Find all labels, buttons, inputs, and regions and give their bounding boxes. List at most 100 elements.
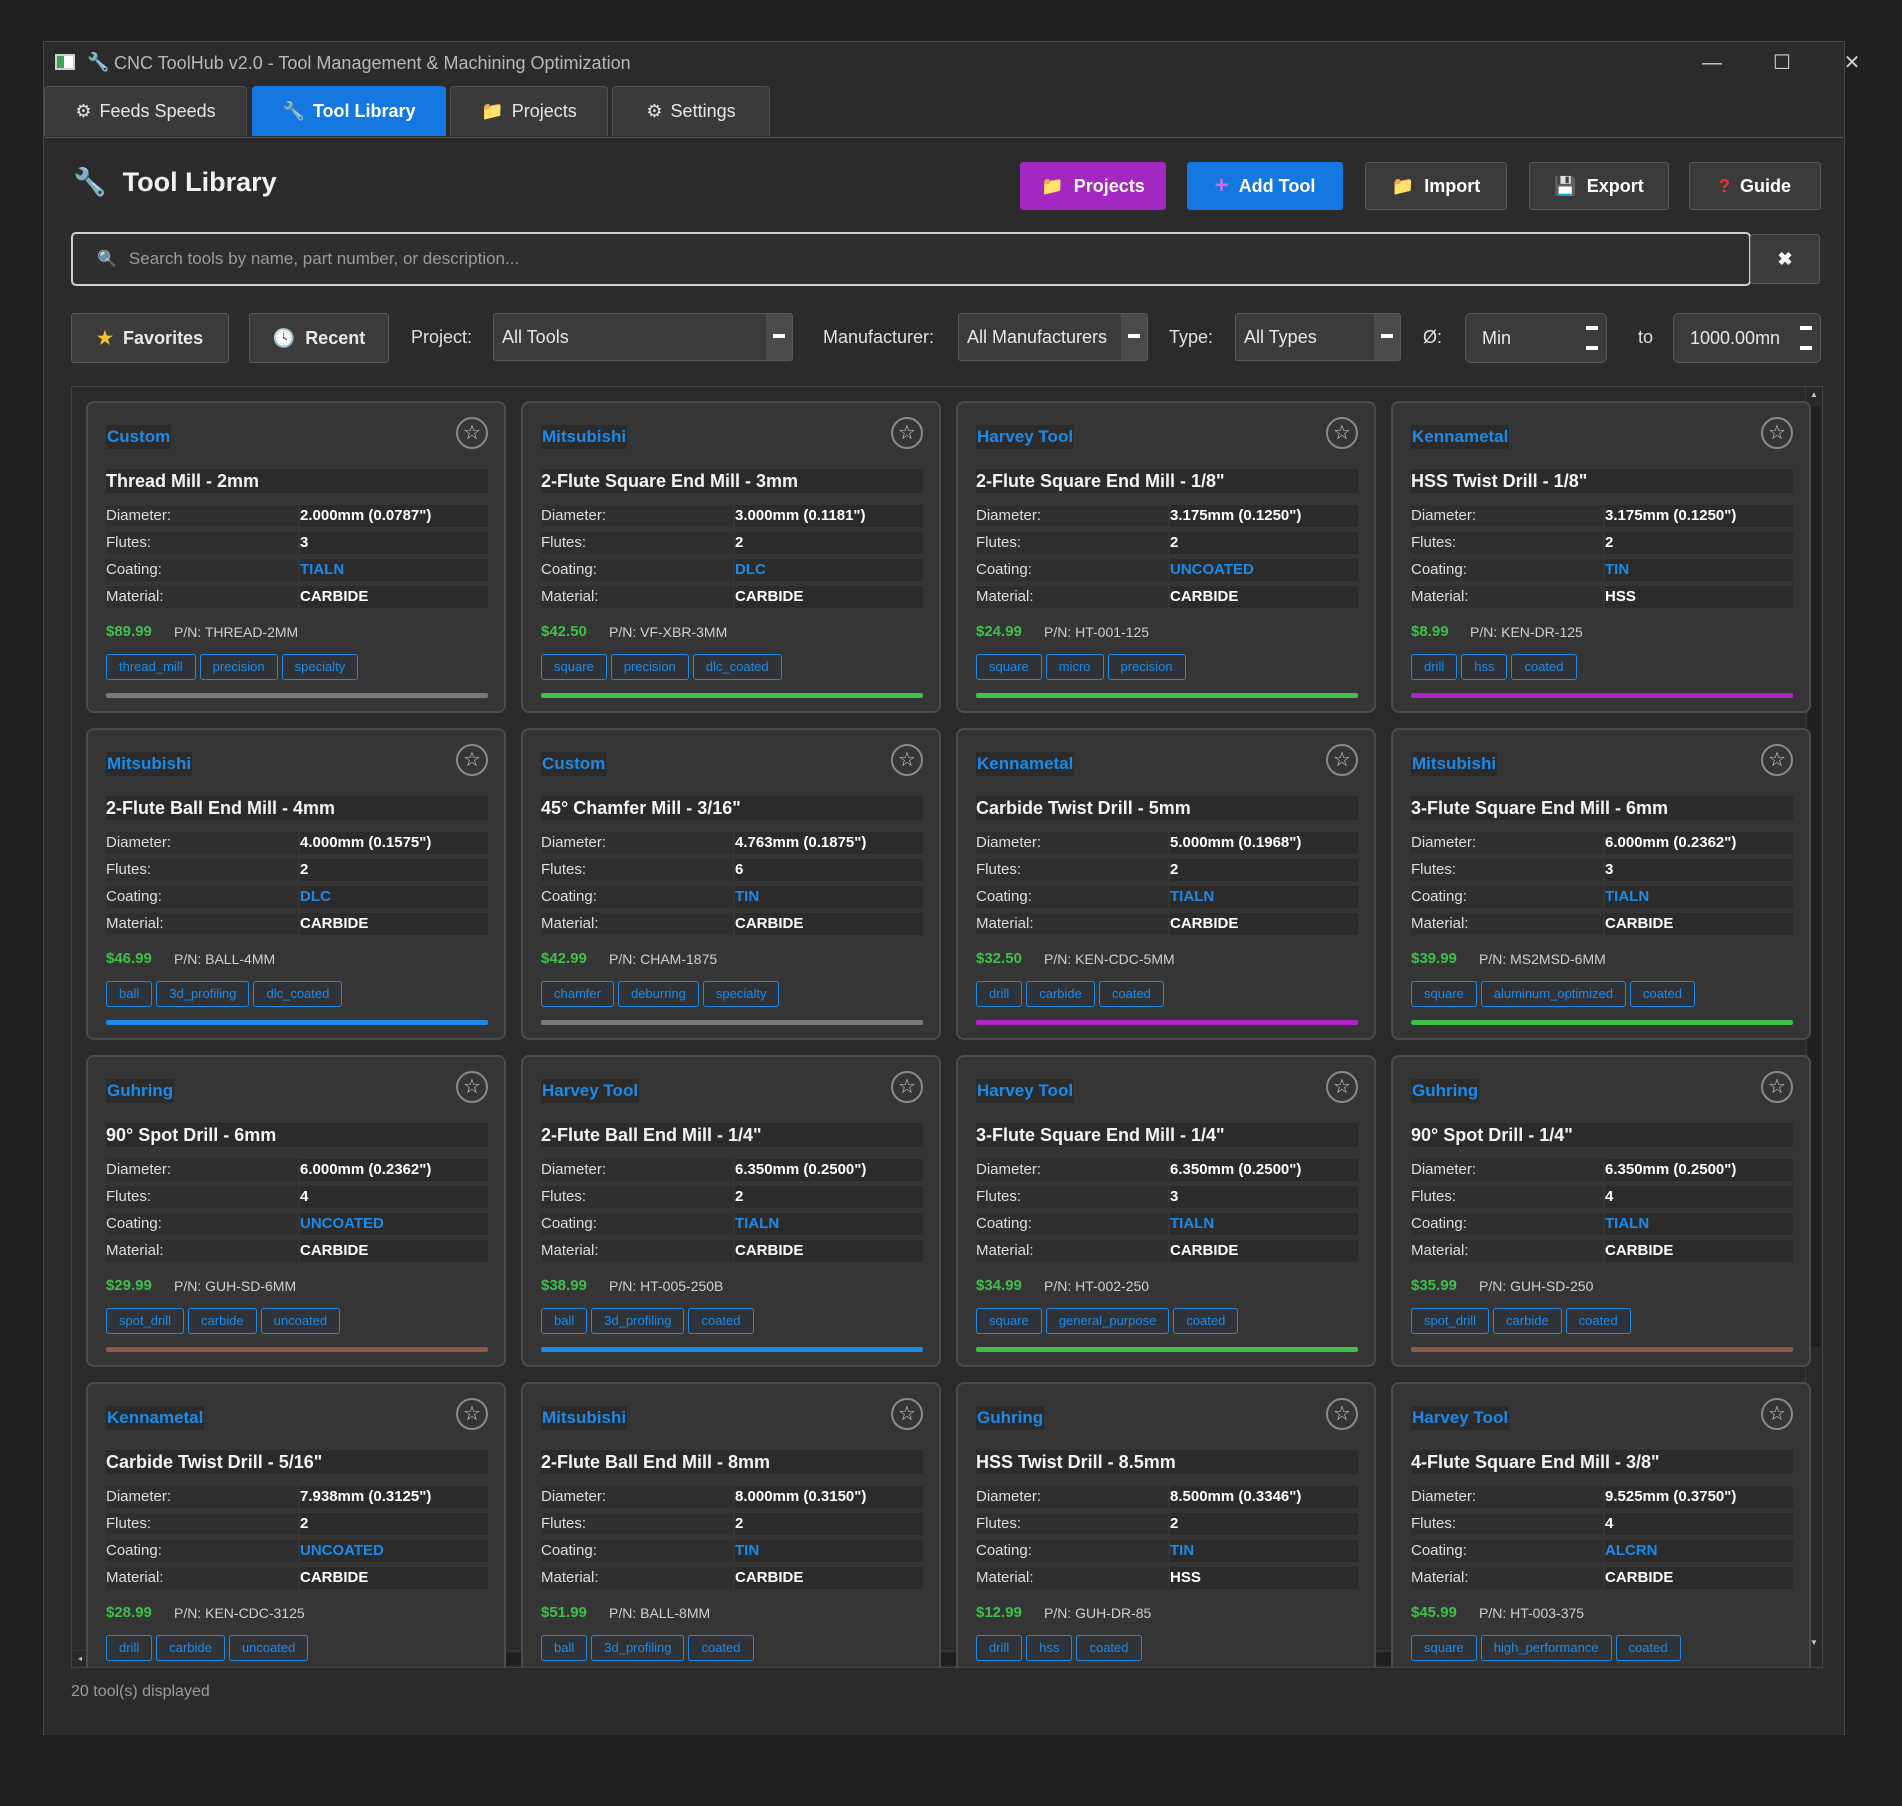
tool-card[interactable]: Kennametal ☆ HSS Twist Drill - 1/8" Diamete…	[1391, 401, 1811, 713]
tab-settings[interactable]: ⚙ Settings	[612, 86, 770, 136]
spin-up-icon[interactable]	[1586, 326, 1598, 330]
tool-card[interactable]: Mitsubishi ☆ 3-Flute Square End Mill - 6mm…	[1391, 728, 1811, 1040]
search-input[interactable]	[126, 248, 1631, 270]
tag-chip[interactable]: square	[1411, 1635, 1477, 1661]
type-select[interactable]: All Types	[1235, 313, 1401, 361]
favorite-star-icon[interactable]: ☆	[456, 417, 488, 449]
spin-down-icon[interactable]	[1800, 346, 1812, 350]
tag-chip[interactable]: coated	[1173, 1308, 1239, 1334]
tag-chip[interactable]: carbide	[188, 1308, 257, 1334]
tool-card[interactable]: Guhring ☆ HSS Twist Drill - 8.5mm Diameter:…	[956, 1382, 1376, 1667]
tab-projects[interactable]: 📁 Projects	[450, 86, 608, 136]
tool-card[interactable]: Custom ☆ Thread Mill - 2mm Diameter: 2.000mm…	[86, 401, 506, 713]
favorite-star-icon[interactable]: ☆	[1761, 1071, 1793, 1103]
tag-chip[interactable]: precision	[1107, 654, 1186, 680]
tag-chip[interactable]: uncoated	[228, 1635, 309, 1661]
tag-chip[interactable]: general_purpose	[1045, 1308, 1170, 1334]
favorite-star-icon[interactable]: ☆	[891, 1398, 923, 1430]
favorite-star-icon[interactable]: ☆	[1326, 417, 1358, 449]
tool-card[interactable]: Harvey Tool ☆ 2-Flute Ball End Mill - 1/4"…	[521, 1055, 941, 1367]
tag-chip[interactable]: coated	[1615, 1635, 1681, 1661]
add-tool-button[interactable]: + Add Tool	[1187, 162, 1343, 210]
favorite-star-icon[interactable]: ☆	[1761, 744, 1793, 776]
tag-chip[interactable]: ball	[541, 1308, 588, 1334]
tag-chip[interactable]: 3d_profiling	[156, 981, 250, 1007]
recent-button[interactable]: 🕓 Recent	[249, 313, 389, 363]
spin-down-icon[interactable]	[1586, 346, 1598, 350]
tag-chip[interactable]: specialty	[281, 654, 359, 680]
projects-button[interactable]: 📁 Projects	[1020, 162, 1166, 210]
favorite-star-icon[interactable]: ☆	[891, 744, 923, 776]
scroll-up-icon[interactable]: ▲	[1808, 389, 1820, 401]
tag-chip[interactable]: square	[541, 654, 607, 680]
tag-chip[interactable]: micro	[1045, 654, 1104, 680]
tag-chip[interactable]: ball	[541, 1635, 588, 1661]
tab-feeds-speeds[interactable]: ⚙ Feeds Speeds	[44, 86, 247, 136]
tag-chip[interactable]: coated	[1098, 981, 1164, 1007]
favorite-star-icon[interactable]: ☆	[891, 417, 923, 449]
close-window-button[interactable]: ✕	[1832, 50, 1872, 76]
tag-chip[interactable]: coated	[1629, 981, 1696, 1007]
favorites-button[interactable]: ★ Favorites	[71, 313, 229, 363]
spin-up-icon[interactable]	[1800, 326, 1812, 330]
tag-chip[interactable]: coated	[1076, 1635, 1142, 1661]
tool-card[interactable]: Mitsubishi ☆ 2-Flute Ball End Mill - 4mm Di…	[86, 728, 506, 1040]
favorite-star-icon[interactable]: ☆	[1326, 1071, 1358, 1103]
tag-chip[interactable]: drill	[976, 1635, 1023, 1661]
tag-chip[interactable]: hss	[1461, 654, 1508, 680]
export-button[interactable]: 💾 Export	[1529, 162, 1669, 210]
tag-chip[interactable]: square	[976, 654, 1042, 680]
tag-chip[interactable]: carbide	[1026, 981, 1095, 1007]
tool-card[interactable]: Custom ☆ 45° Chamfer Mill - 3/16" Diameter:…	[521, 728, 941, 1040]
tag-chip[interactable]: specialty	[702, 981, 780, 1007]
tag-chip[interactable]: drill	[976, 981, 1023, 1007]
diameter-min-spinbox[interactable]: Min	[1465, 313, 1607, 363]
tag-chip[interactable]: coated	[688, 1635, 754, 1661]
minimize-button[interactable]: —	[1692, 50, 1732, 76]
tool-card[interactable]: Kennametal ☆ Carbide Twist Drill - 5mm Diam…	[956, 728, 1376, 1040]
favorite-star-icon[interactable]: ☆	[456, 1071, 488, 1103]
tool-card[interactable]: Guhring ☆ 90° Spot Drill - 6mm Diameter: 6.0…	[86, 1055, 506, 1367]
tool-card[interactable]: Guhring ☆ 90° Spot Drill - 1/4" Diameter: 6.…	[1391, 1055, 1811, 1367]
guide-button[interactable]: ? Guide	[1689, 162, 1821, 210]
tag-chip[interactable]: aluminum_optimized	[1480, 981, 1626, 1007]
tag-chip[interactable]: dlc_coated	[692, 654, 782, 680]
tag-chip[interactable]: carbide	[156, 1635, 225, 1661]
tag-chip[interactable]: dlc_coated	[253, 981, 343, 1007]
tag-chip[interactable]: ball	[106, 981, 153, 1007]
favorite-star-icon[interactable]: ☆	[1326, 744, 1358, 776]
tag-chip[interactable]: drill	[1411, 654, 1458, 680]
maximize-button[interactable]: ☐	[1762, 50, 1802, 76]
tool-card[interactable]: Mitsubishi ☆ 2-Flute Square End Mill - 3mm…	[521, 401, 941, 713]
favorite-star-icon[interactable]: ☆	[891, 1071, 923, 1103]
favorite-star-icon[interactable]: ☆	[1761, 417, 1793, 449]
tool-card[interactable]: Kennametal ☆ Carbide Twist Drill - 5/16" Di…	[86, 1382, 506, 1667]
tool-card[interactable]: Harvey Tool ☆ 3-Flute Square End Mill - 1/…	[956, 1055, 1376, 1367]
tool-card[interactable]: Harvey Tool ☆ 4-Flute Square End Mill - 3/…	[1391, 1382, 1811, 1667]
tag-chip[interactable]: coated	[688, 1308, 754, 1334]
scroll-left-icon[interactable]: ◂	[74, 1653, 86, 1665]
tag-chip[interactable]: square	[976, 1308, 1042, 1334]
tag-chip[interactable]: precision	[199, 654, 278, 680]
import-button[interactable]: 📁 Import	[1365, 162, 1507, 210]
tab-tool-library[interactable]: 🔧 Tool Library	[252, 86, 446, 136]
tag-chip[interactable]: square	[1411, 981, 1477, 1007]
tag-chip[interactable]: 3d_profiling	[591, 1635, 685, 1661]
tag-chip[interactable]: uncoated	[260, 1308, 341, 1334]
favorite-star-icon[interactable]: ☆	[1326, 1398, 1358, 1430]
tool-card[interactable]: Harvey Tool ☆ 2-Flute Square End Mill - 1/…	[956, 401, 1376, 713]
tag-chip[interactable]: 3d_profiling	[591, 1308, 685, 1334]
tag-chip[interactable]: spot_drill	[1411, 1308, 1490, 1334]
tool-card[interactable]: Mitsubishi ☆ 2-Flute Ball End Mill - 8mm Di…	[521, 1382, 941, 1667]
tag-chip[interactable]: thread_mill	[106, 654, 196, 680]
project-select[interactable]: All Tools	[493, 313, 793, 361]
tag-chip[interactable]: carbide	[1493, 1308, 1562, 1334]
tag-chip[interactable]: spot_drill	[106, 1308, 185, 1334]
tag-chip[interactable]: deburring	[617, 981, 699, 1007]
tag-chip[interactable]: coated	[1511, 654, 1577, 680]
tag-chip[interactable]: hss	[1026, 1635, 1073, 1661]
tag-chip[interactable]: high_performance	[1480, 1635, 1612, 1661]
tag-chip[interactable]: chamfer	[541, 981, 614, 1007]
manufacturer-select[interactable]: All Manufacturers	[958, 313, 1148, 361]
tag-chip[interactable]: drill	[106, 1635, 153, 1661]
